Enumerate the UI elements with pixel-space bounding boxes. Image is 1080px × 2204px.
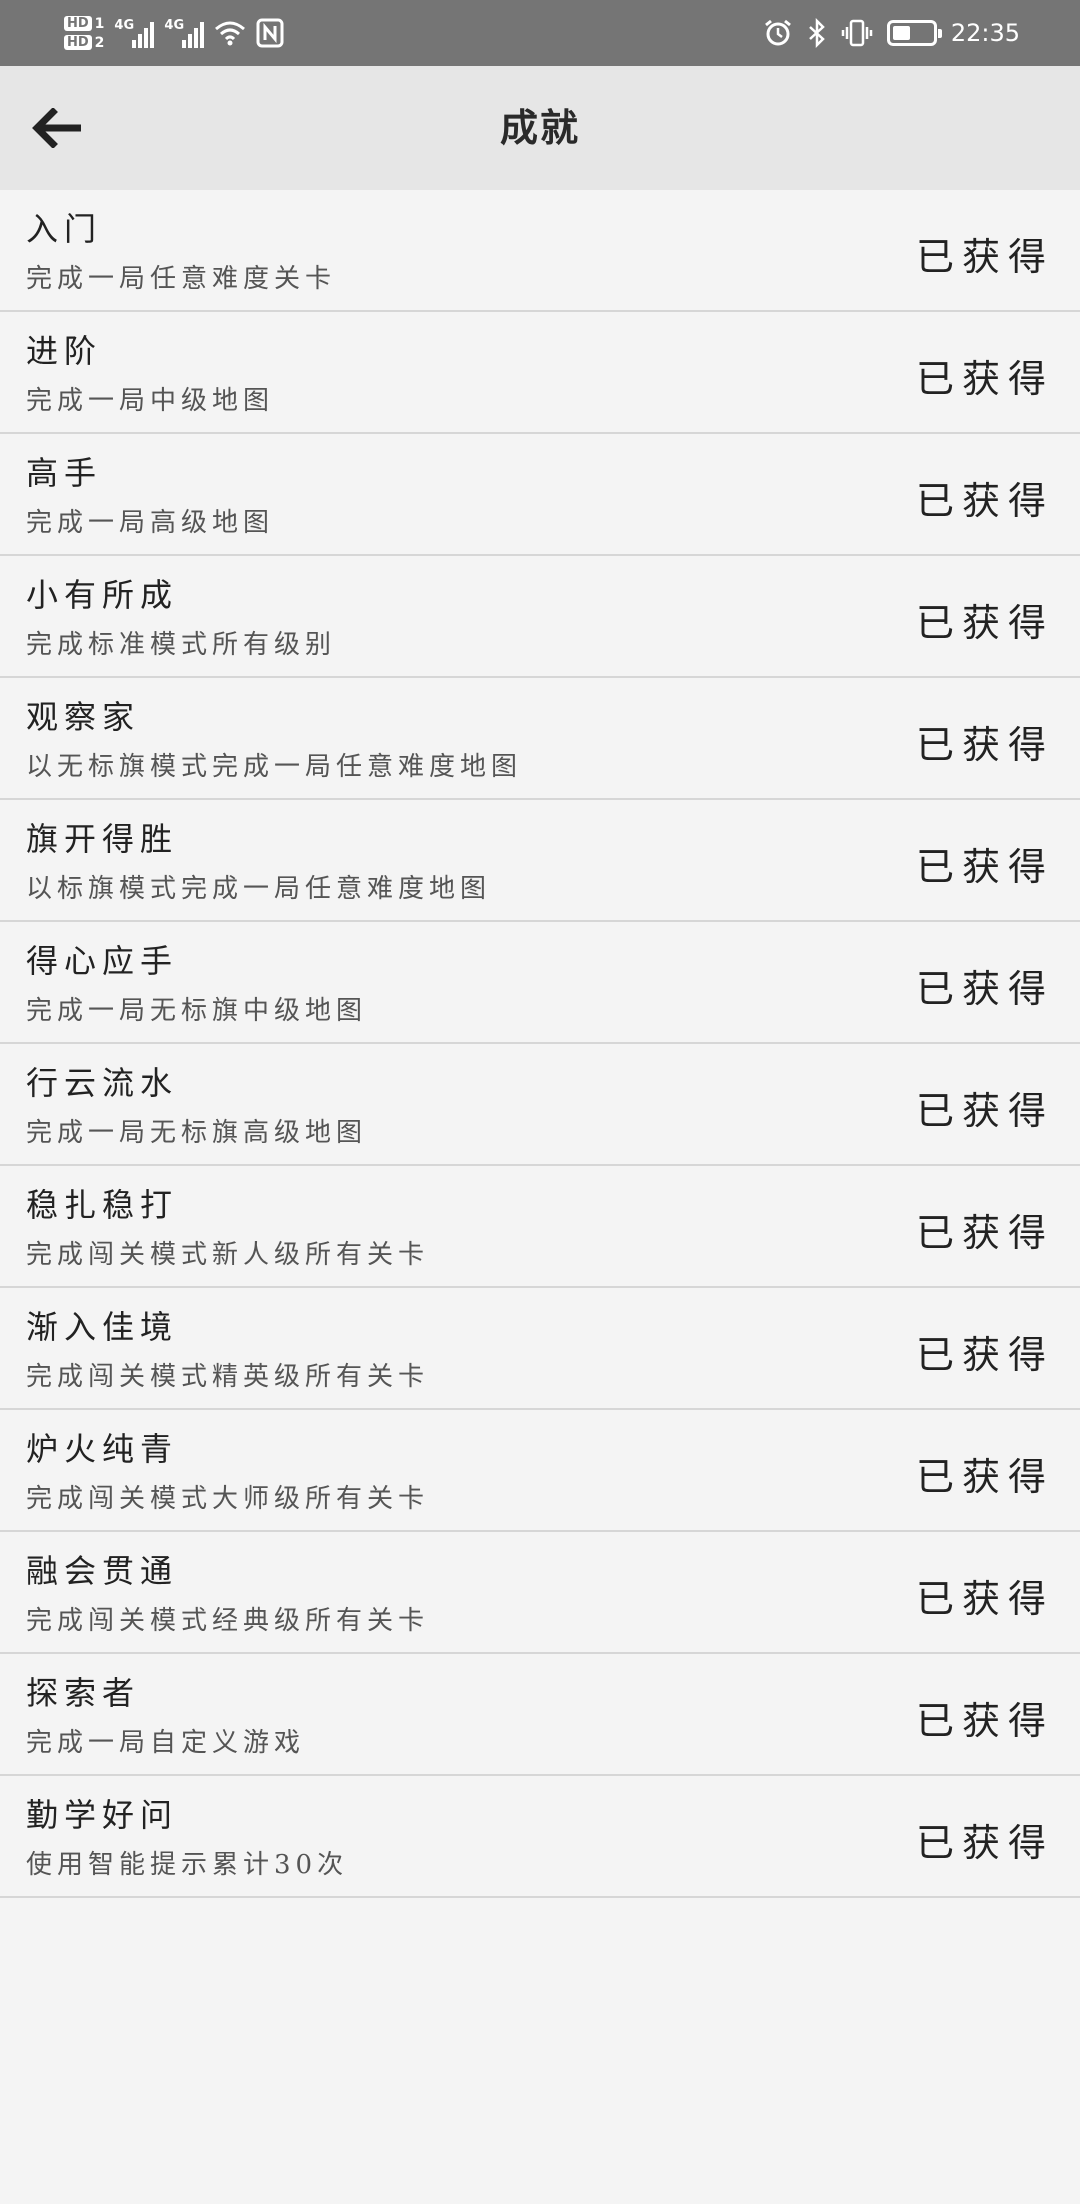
achievement-description: 完成一局无标旗高级地图 — [26, 1118, 368, 1148]
hd1-badge: HD 1 — [64, 16, 104, 31]
achievement-row[interactable]: 渐入佳境完成闯关模式精英级所有关卡 已获得 — [0, 1288, 1080, 1410]
achievement-status: 已获得 — [915, 1821, 1054, 1865]
achievement-list: 入门 完成一局任意难度关卡 已获得 进阶 完成一局中级地图 已获得 高手 完成一局高级地图 已获… — [0, 190, 1080, 1898]
achievement-description: 以标旗模式完成一局任意难度地图 — [26, 874, 492, 904]
achievement-title: 渐入佳境 — [26, 1308, 179, 1346]
signal-2-icon: 4G — [164, 18, 205, 48]
vibrate-icon — [841, 19, 873, 47]
hd-indicators: HD 1 HD 2 — [64, 16, 104, 50]
status-right: 22:35 — [763, 0, 1020, 66]
achievement-description: 完成闯关模式精英级所有关卡 — [26, 1362, 430, 1392]
achievement-description: 完成闯关模式经典级所有关卡 — [26, 1606, 430, 1636]
hd1-number: 1 — [94, 15, 105, 32]
achievement-title: 旗开得胜 — [26, 820, 179, 858]
alarm-icon — [764, 19, 791, 46]
bluetooth-icon — [808, 18, 825, 48]
page-title: 成就 — [499, 105, 580, 150]
achievement-status: 已获得 — [915, 1211, 1054, 1255]
achievement-title: 小有所成 — [26, 576, 179, 614]
achievement-row[interactable]: 小有所成完成标准模式所有级别 已获得 — [0, 556, 1080, 678]
wifi-icon — [215, 21, 246, 46]
hd2-number: 2 — [94, 34, 105, 51]
achievement-title: 入门 — [26, 210, 103, 248]
battery-fill — [892, 26, 910, 40]
achievement-description: 完成一局无标旗中级地图 — [26, 996, 368, 1026]
achievement-title: 得心应手 — [26, 942, 179, 980]
status-left: HD 1 HD 2 4G 4G — [64, 6, 284, 60]
achievement-status: 已获得 — [915, 1699, 1054, 1743]
hd2-label: HD — [64, 35, 92, 50]
clock: 22:35 — [950, 19, 1020, 47]
achievement-status: 已获得 — [915, 1455, 1054, 1499]
achievement-title: 行云流水 — [26, 1064, 179, 1102]
achievement-description: 完成闯关模式新人级所有关卡 — [26, 1240, 430, 1270]
achievement-description: 以无标旗模式完成一局任意难度地图 — [26, 752, 523, 782]
achievement-row[interactable]: 观察家以无标旗模式完成一局任意难度地图 已获得 — [0, 678, 1080, 800]
battery-icon — [886, 20, 942, 46]
achievement-title: 融会贯通 — [26, 1552, 179, 1590]
achievement-status: 已获得 — [915, 357, 1054, 401]
achievement-description: 完成闯关模式大师级所有关卡 — [26, 1484, 430, 1514]
achievement-status: 已获得 — [915, 967, 1054, 1011]
achievement-row[interactable]: 融会贯通完成闯关模式经典级所有关卡 已获得 — [0, 1532, 1080, 1654]
achievement-row[interactable]: 探索者完成一局自定义游戏 已获得 — [0, 1654, 1080, 1776]
achievement-status: 已获得 — [915, 845, 1054, 889]
hd1-label: HD — [64, 16, 92, 31]
achievement-description: 完成一局中级地图 — [26, 386, 275, 416]
achievement-description: 完成一局任意难度关卡 — [26, 264, 337, 294]
achievement-row[interactable]: 稳扎稳打完成闯关模式新人级所有关卡 已获得 — [0, 1166, 1080, 1288]
achievement-description: 完成一局自定义游戏 — [26, 1728, 306, 1758]
achievement-description: 完成标准模式所有级别 — [26, 630, 337, 660]
achievement-row[interactable]: 行云流水完成一局无标旗高级地图 已获得 — [0, 1044, 1080, 1166]
achievement-title: 高手 — [26, 454, 103, 492]
achievement-status: 已获得 — [915, 1089, 1054, 1133]
signal-1-icon: 4G — [114, 18, 155, 48]
network-type-2: 4G — [164, 18, 185, 33]
achievement-status: 已获得 — [915, 1577, 1054, 1621]
achievement-row[interactable]: 进阶完成一局中级地图 已获得 — [0, 312, 1080, 434]
achievement-title: 稳扎稳打 — [26, 1186, 179, 1224]
achievement-row[interactable]: 炉火纯青完成闯关模式大师级所有关卡 已获得 — [0, 1410, 1080, 1532]
achievement-title: 探索者 — [26, 1674, 141, 1712]
achievement-row[interactable]: 勤学好问使用智能提示累计30次 已获得 — [0, 1776, 1080, 1898]
achievement-title: 观察家 — [26, 698, 141, 736]
achievement-row[interactable]: 高手完成一局高级地图 已获得 — [0, 434, 1080, 556]
status-bar: HD 1 HD 2 4G 4G 22:35 — [0, 0, 1080, 66]
nfc-icon — [256, 18, 284, 48]
hd2-badge: HD 2 — [64, 35, 104, 50]
network-type-1: 4G — [114, 18, 135, 33]
app-bar: 成就 — [0, 66, 1080, 190]
achievement-description: 使用智能提示累计30次 — [26, 1850, 349, 1880]
achievement-status: 已获得 — [915, 1333, 1054, 1377]
achievement-description: 完成一局高级地图 — [26, 508, 275, 538]
achievement-row[interactable]: 入门完成一局任意难度关卡 已获得 — [0, 190, 1080, 312]
achievement-row[interactable]: 得心应手完成一局无标旗中级地图 已获得 — [0, 922, 1080, 1044]
achievement-row[interactable]: 旗开得胜以标旗模式完成一局任意难度地图 已获得 — [0, 800, 1080, 922]
achievement-status: 已获得 — [915, 235, 1054, 279]
achievement-title: 炉火纯青 — [26, 1430, 179, 1468]
achievement-status: 已获得 — [915, 479, 1054, 523]
achievement-status: 已获得 — [915, 601, 1054, 645]
achievement-title: 进阶 — [26, 332, 103, 370]
achievement-title: 勤学好问 — [26, 1796, 179, 1834]
achievement-status: 已获得 — [915, 723, 1054, 767]
